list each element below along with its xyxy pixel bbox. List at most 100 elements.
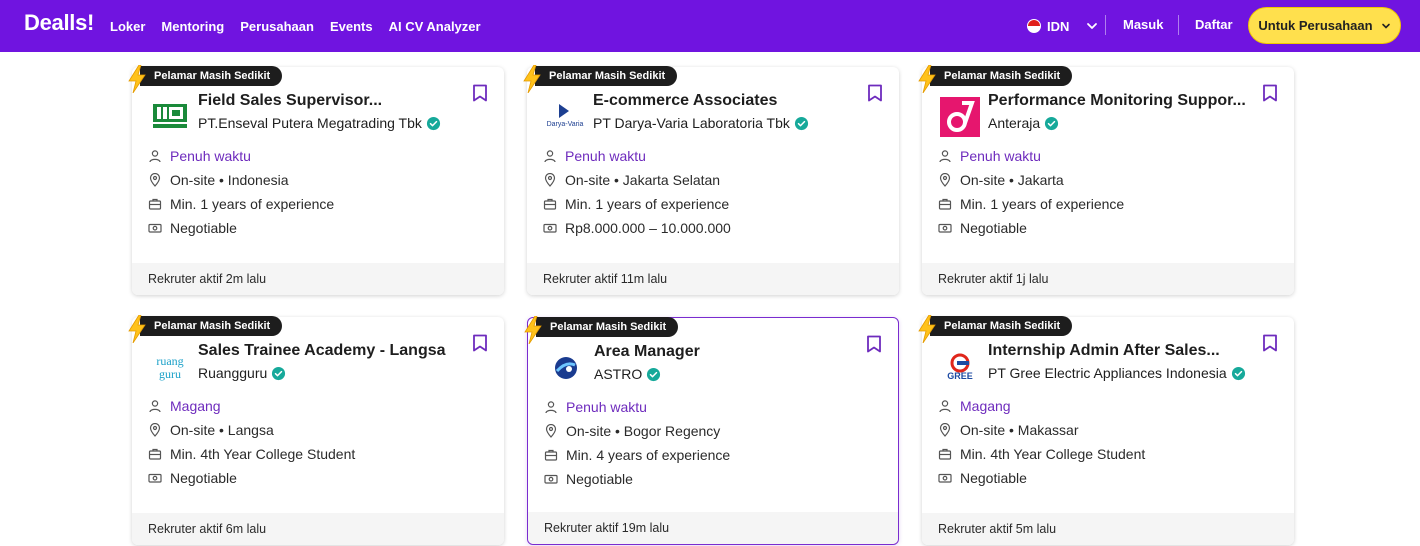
job-title[interactable]: E-commerce Associates: [593, 92, 857, 110]
svg-text:GREE: GREE: [947, 371, 973, 381]
company-logo: ruang guru: [148, 347, 192, 387]
language-label: IDN: [1047, 18, 1070, 34]
nav-perusahaan[interactable]: Perusahaan: [240, 19, 314, 34]
few-applicants-badge: Pelamar Masih Sedikit: [522, 316, 679, 344]
top-navbar: Dealls! Loker Mentoring Perusahaan Event…: [0, 0, 1420, 52]
location-pin-icon: [939, 423, 951, 437]
job-salary-label: Rp8.000.000 – 10.000.000: [565, 220, 731, 236]
company-name[interactable]: ASTRO: [594, 366, 642, 382]
briefcase-icon: [938, 198, 952, 210]
job-type-label: Penuh waktu: [170, 148, 251, 164]
bookmark-icon[interactable]: [472, 84, 488, 102]
briefcase-icon: [543, 198, 557, 210]
job-salary: Negotiable: [938, 470, 1027, 486]
job-card[interactable]: Pelamar Masih Sedikit GREE Internship Ad…: [918, 315, 1294, 545]
money-icon: [148, 473, 162, 483]
nav-events[interactable]: Events: [330, 19, 373, 34]
briefcase-icon: [938, 448, 952, 460]
company-name-row: PT Darya-Varia Laboratoria Tbk: [593, 115, 809, 131]
recruiter-activity: Rekruter aktif 11m lalu: [527, 263, 899, 295]
money-icon: [938, 223, 952, 233]
money-icon: [543, 223, 557, 233]
few-applicants-badge: Pelamar Masih Sedikit: [916, 315, 1073, 343]
job-type-label: Penuh waktu: [566, 399, 647, 415]
badge-label: Pelamar Masih Sedikit: [535, 66, 678, 86]
lightning-icon: [128, 65, 146, 93]
bookmark-icon[interactable]: [866, 335, 882, 353]
few-applicants-badge: Pelamar Masih Sedikit: [521, 65, 678, 93]
job-experience: Min. 1 years of experience: [148, 196, 334, 212]
job-type-label: Magang: [170, 398, 221, 414]
location-pin-icon: [545, 424, 557, 438]
badge-label: Pelamar Masih Sedikit: [536, 317, 679, 337]
job-experience-label: Min. 4 years of experience: [566, 447, 731, 463]
lightning-icon: [918, 315, 936, 343]
recruiter-activity: Rekruter aktif 6m lalu: [132, 513, 504, 545]
company-logo: Darya-Varia: [543, 97, 587, 137]
job-experience: Min. 4 years of experience: [544, 447, 730, 463]
job-title[interactable]: Performance Monitoring Suppor...: [988, 92, 1252, 110]
job-salary: Rp8.000.000 – 10.000.000: [543, 220, 731, 236]
job-type: Penuh waktu: [938, 148, 1041, 164]
job-type-label: Magang: [960, 398, 1011, 414]
svg-text:guru: guru: [159, 367, 181, 381]
few-applicants-badge: Pelamar Masih Sedikit: [126, 65, 283, 93]
job-card[interactable]: Pelamar Masih Sedikit Area Manager ASTRO…: [524, 316, 899, 545]
badge-label: Pelamar Masih Sedikit: [930, 66, 1073, 86]
briefcase-icon: [544, 449, 558, 461]
few-applicants-badge: Pelamar Masih Sedikit: [126, 315, 283, 343]
location-pin-icon: [149, 173, 161, 187]
register-link[interactable]: Daftar: [1195, 17, 1233, 32]
company-name[interactable]: PT Darya-Varia Laboratoria Tbk: [593, 115, 790, 131]
for-company-button[interactable]: Untuk Perusahaan: [1248, 7, 1401, 44]
money-icon: [938, 473, 952, 483]
job-salary-label: Negotiable: [960, 470, 1027, 486]
verified-icon: [1045, 116, 1059, 130]
dealls-logo[interactable]: Dealls!: [24, 10, 94, 36]
svg-text:ruang: ruang: [156, 354, 183, 368]
company-name[interactable]: Ruangguru: [198, 365, 267, 381]
badge-label: Pelamar Masih Sedikit: [930, 316, 1073, 336]
nav-ai-cv-analyzer[interactable]: AI CV Analyzer: [389, 19, 481, 34]
job-experience-label: Min. 1 years of experience: [170, 196, 335, 212]
few-applicants-badge: Pelamar Masih Sedikit: [916, 65, 1073, 93]
login-link[interactable]: Masuk: [1123, 17, 1163, 32]
job-card[interactable]: Pelamar Masih Sedikit Performance Monito…: [918, 65, 1294, 295]
location-pin-icon: [939, 173, 951, 187]
job-title[interactable]: Internship Admin After Sales...: [988, 342, 1252, 360]
recruiter-activity: Rekruter aktif 19m lalu: [528, 512, 898, 544]
nav-loker[interactable]: Loker: [110, 19, 145, 34]
location-pin-icon: [544, 173, 556, 187]
job-title[interactable]: Sales Trainee Academy - Langsa: [198, 342, 462, 360]
job-salary: Negotiable: [938, 220, 1027, 236]
job-card[interactable]: Pelamar Masih Sedikit ruang guru Sales Tr…: [128, 315, 504, 545]
nav-mentoring[interactable]: Mentoring: [161, 19, 224, 34]
job-location-label: On-site • Jakarta: [960, 172, 1064, 188]
svg-text:Darya-Varia: Darya-Varia: [547, 121, 584, 128]
job-salary-label: Negotiable: [960, 220, 1027, 236]
job-title[interactable]: Area Manager: [594, 343, 858, 361]
job-location-label: On-site • Indonesia: [170, 172, 289, 188]
bookmark-icon[interactable]: [472, 334, 488, 352]
company-name-row: PT Gree Electric Appliances Indonesia: [988, 365, 1246, 381]
language-selector[interactable]: IDN: [1027, 0, 1099, 52]
job-title[interactable]: Field Sales Supervisor...: [198, 92, 462, 110]
job-card[interactable]: Pelamar Masih Sedikit Darya-Varia E-comm…: [523, 65, 899, 295]
company-name[interactable]: Anteraja: [988, 115, 1040, 131]
job-location: On-site • Makassar: [938, 422, 1079, 438]
bookmark-icon[interactable]: [1262, 84, 1278, 102]
job-experience: Min. 1 years of experience: [543, 196, 729, 212]
company-name[interactable]: PT Gree Electric Appliances Indonesia: [988, 365, 1227, 381]
person-icon: [939, 400, 951, 413]
bookmark-icon[interactable]: [1262, 334, 1278, 352]
bookmark-icon[interactable]: [867, 84, 883, 102]
person-icon: [544, 150, 556, 163]
company-name-row: Ruangguru: [198, 365, 286, 381]
job-card[interactable]: Pelamar Masih Sedikit Field Sales Superv…: [128, 65, 504, 295]
recruiter-activity: Rekruter aktif 5m lalu: [922, 513, 1294, 545]
company-name-row: PT.Enseval Putera Megatrading Tbk: [198, 115, 441, 131]
company-name[interactable]: PT.Enseval Putera Megatrading Tbk: [198, 115, 422, 131]
divider: [1105, 15, 1106, 35]
job-location: On-site • Bogor Regency: [544, 423, 720, 439]
job-location-label: On-site • Makassar: [960, 422, 1079, 438]
